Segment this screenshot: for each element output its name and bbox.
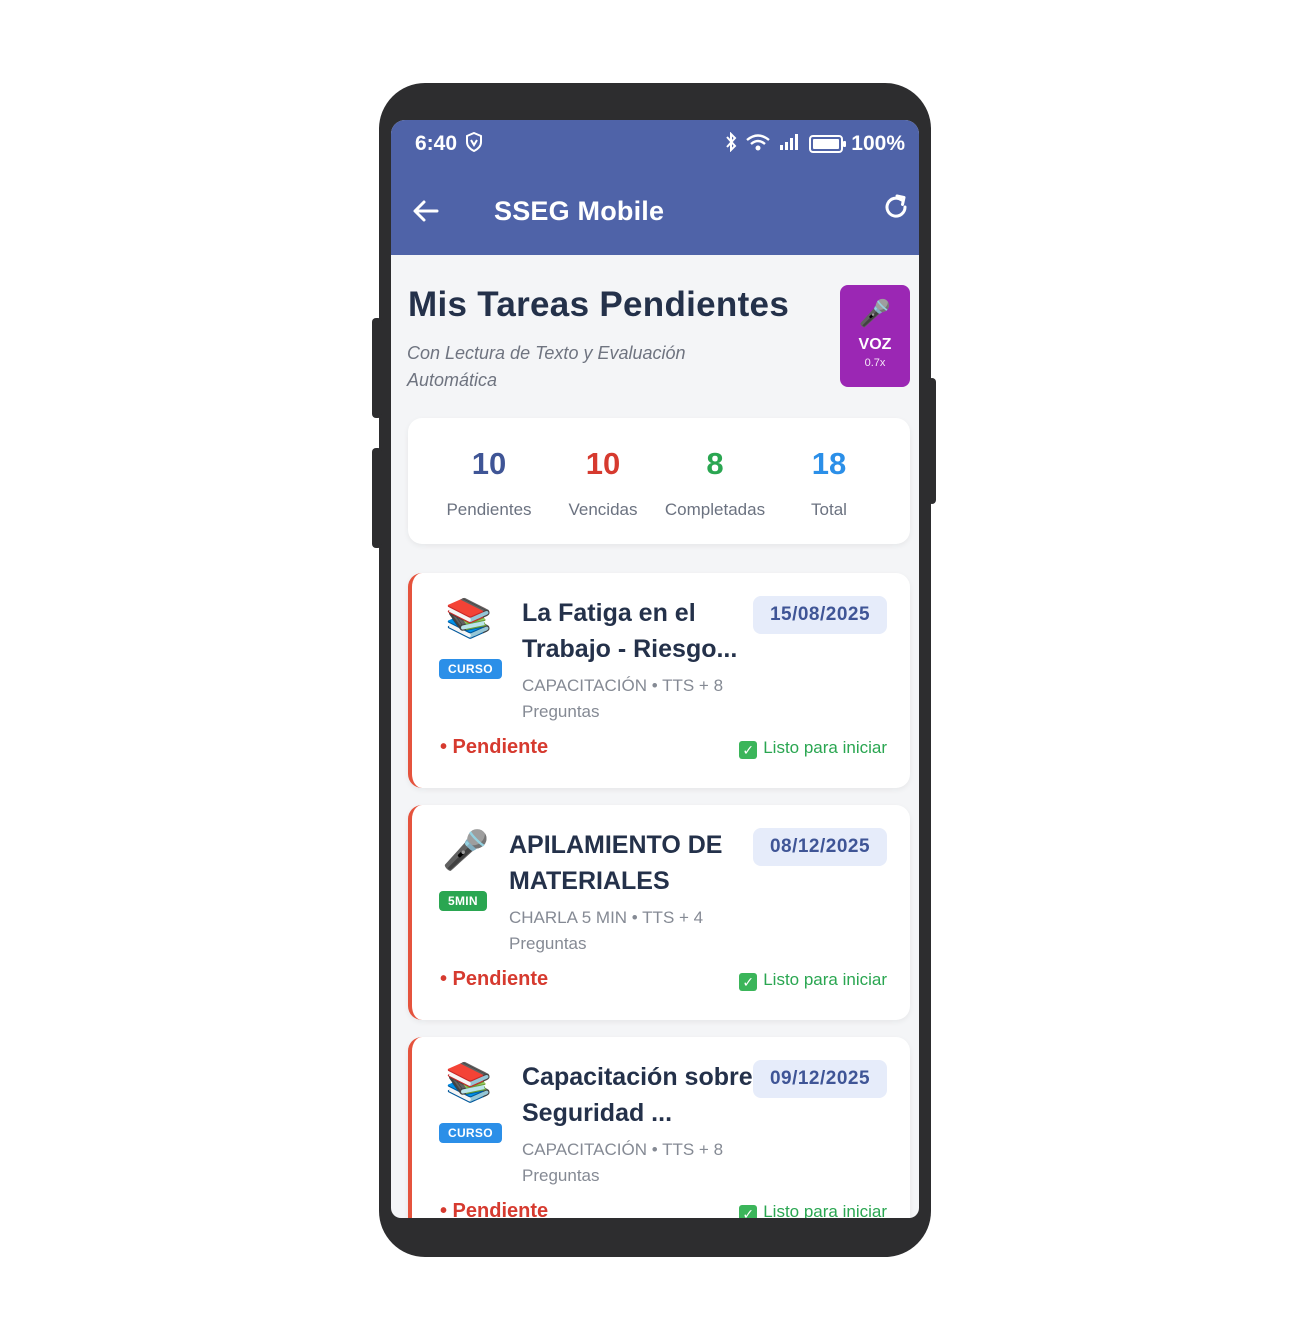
task-type-badge: CURSO	[439, 659, 502, 679]
task-ready-indicator: ✓ Listo para iniciar	[739, 1202, 887, 1218]
page-subtitle: Con Lectura de Texto y Evaluación Automá…	[407, 343, 686, 390]
battery-level-fill	[813, 139, 840, 149]
task-ready-indicator: ✓ Listo para iniciar	[739, 738, 887, 759]
task-card[interactable]: 🎤 5MIN APILAMIENTO DE MATERIALES CHARLA …	[408, 805, 910, 1020]
stat-vencidas: 10 Vencidas	[543, 418, 663, 520]
task-card[interactable]: 📚 CURSO La Fatiga en el Trabajo - Riesgo…	[408, 573, 910, 788]
task-title: La Fatiga en el Trabajo - Riesgo...	[522, 599, 738, 663]
page-title: Mis Tareas Pendientes	[408, 285, 790, 324]
task-meta: CAPACITACIÓN • TTS + 8 Preguntas	[522, 1140, 724, 1185]
voice-label: VOZ	[858, 336, 892, 353]
stat-label: Pendientes	[446, 500, 532, 519]
refresh-button[interactable]	[881, 192, 911, 230]
task-ready-label: Listo para iniciar	[763, 970, 887, 989]
toolbar: SSEG Mobile	[391, 188, 919, 236]
task-status: • Pendiente	[440, 968, 549, 990]
task-meta: CAPACITACIÓN • TTS + 8 Preguntas	[522, 676, 724, 721]
microphone-icon: 🎤	[442, 830, 490, 872]
status-time: 6:40	[415, 132, 458, 155]
task-status: • Pendiente	[440, 736, 549, 758]
check-icon: ✓	[739, 741, 758, 759]
task-title: Capacitación sobre Seguridad ...	[522, 1063, 753, 1127]
arrow-left-icon	[413, 200, 439, 222]
refresh-icon	[885, 194, 907, 218]
check-icon: ✓	[739, 973, 758, 991]
shield-icon	[465, 131, 483, 157]
stats-card: 10 Pendientes 10 Vencidas 8 Completadas …	[408, 418, 910, 544]
check-icon: ✓	[739, 1205, 758, 1218]
task-date-chip: 08/12/2025	[753, 828, 887, 866]
power-button	[928, 378, 936, 504]
task-date-chip: 15/08/2025	[753, 596, 887, 634]
wifi-icon	[745, 132, 771, 157]
books-icon: 📚	[445, 1062, 493, 1104]
app-bar: 6:40 100% SSEG Mobile	[391, 120, 919, 255]
stat-value: 10	[471, 446, 507, 481]
stat-completadas: 8 Completadas	[655, 418, 775, 520]
task-card[interactable]: 📚 CURSO Capacitación sobre Seguridad ...…	[408, 1037, 910, 1218]
task-title: APILAMIENTO DE MATERIALES	[509, 831, 723, 895]
volume-up-button	[372, 318, 382, 418]
task-status: • Pendiente	[440, 1200, 549, 1218]
stat-value: 18	[811, 446, 847, 481]
back-button[interactable]	[411, 196, 441, 232]
stat-value: 10	[585, 446, 621, 481]
stat-total: 18 Total	[769, 418, 889, 520]
stat-pendientes: 10 Pendientes	[429, 418, 549, 520]
stat-value: 8	[706, 446, 724, 481]
task-ready-label: Listo para iniciar	[763, 738, 887, 757]
status-bar: 6:40 100%	[415, 131, 905, 157]
battery-icon	[809, 135, 847, 153]
stat-label: Completadas	[664, 500, 766, 519]
task-ready-indicator: ✓ Listo para iniciar	[739, 970, 887, 991]
stat-label: Total	[811, 500, 847, 519]
volume-down-button	[372, 448, 382, 548]
stat-label: Vencidas	[568, 500, 638, 519]
task-type-badge: CURSO	[439, 1123, 502, 1143]
battery-percent: 100%	[851, 132, 905, 155]
microphone-icon: 🎤	[858, 298, 892, 328]
phone-screen: 6:40 100% SSEG Mobile Mis Tareas Pendien…	[391, 120, 919, 1218]
task-type-badge: 5MIN	[439, 891, 487, 911]
task-ready-label: Listo para iniciar	[763, 1202, 887, 1218]
books-icon: 📚	[445, 598, 493, 640]
signal-icon	[779, 133, 801, 156]
bluetooth-icon	[725, 131, 737, 157]
voice-speed: 0.7x	[864, 357, 886, 369]
task-meta: CHARLA 5 MIN • TTS + 4 Preguntas	[509, 908, 704, 953]
voice-button[interactable]: 🎤 VOZ 0.7x	[840, 285, 910, 387]
task-date-chip: 09/12/2025	[753, 1060, 887, 1098]
app-title: SSEG Mobile	[494, 196, 665, 226]
